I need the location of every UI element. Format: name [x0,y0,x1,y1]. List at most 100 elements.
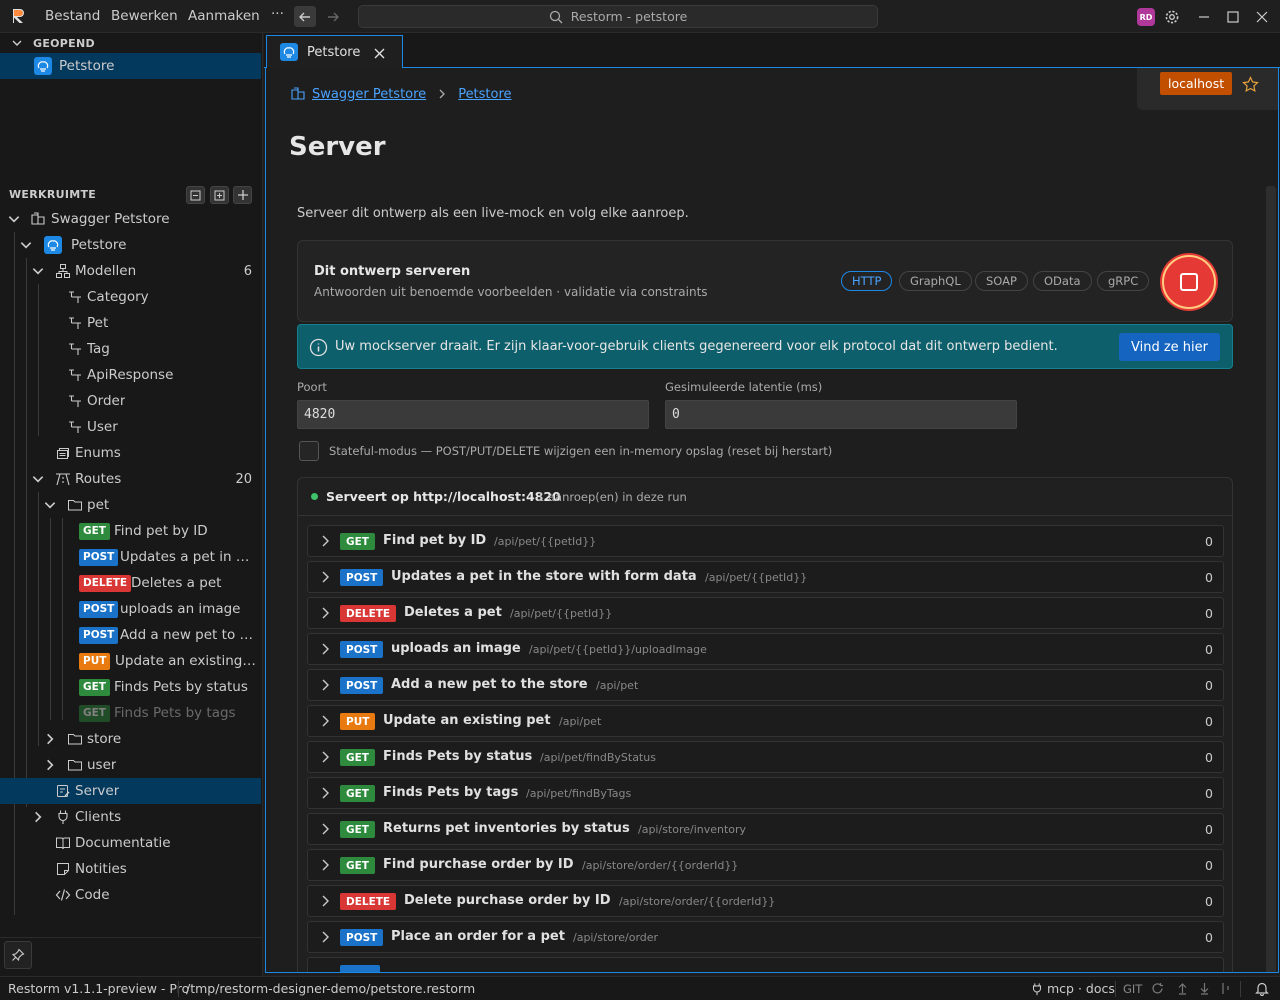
route-row[interactable]: DELETE Delete purchase order by ID/api/st… [307,885,1224,917]
tree-code[interactable]: Code [0,882,261,908]
route-row[interactable]: GET Finds Pets by status/api/pet/findBySt… [307,741,1224,773]
route-name: Returns pet inventories by status [383,821,630,836]
tree-route[interactable]: GET Find pet by ID [0,518,261,544]
tree-model-user[interactable]: User [0,414,261,440]
route-row[interactable]: POST uploads an image/api/pet/{{petId}}/u… [307,633,1224,665]
tree-route[interactable]: GET Finds Pets by status [0,674,261,700]
tree-docs[interactable]: Documentatie [0,830,261,856]
tree-model-apiresponse[interactable]: ApiResponse [0,362,261,388]
route-row[interactable] [307,957,1224,972]
tree-route[interactable]: POST uploads an image [0,596,261,622]
tree-model-pet[interactable]: Pet [0,310,261,336]
branch-icon[interactable] [1219,982,1232,995]
tree-enums[interactable]: Enums [0,440,261,466]
maximize-button[interactable] [1223,7,1243,27]
close-icon [1256,11,1268,23]
env-badge[interactable]: localhost [1160,72,1233,95]
tree-model-tag[interactable]: Tag [0,336,261,362]
chevron-right-icon [35,811,42,823]
latency-input[interactable]: 0 [665,400,1017,429]
route-row[interactable]: GET Find pet by ID/api/pet/{{petId}} 0 [307,525,1224,557]
minimize-button[interactable] [1194,7,1214,27]
pin-button[interactable] [4,941,32,969]
tab-petstore[interactable]: Petstore [266,35,403,69]
open-section-header[interactable]: GEOPEND [0,33,263,53]
stateful-checkbox[interactable] [299,441,319,461]
tree-route[interactable]: PUT Update an existing pet [0,648,261,674]
tree-folder-user[interactable]: user [0,752,261,778]
avatar[interactable]: RD [1137,8,1155,26]
tree-label: user [87,757,117,773]
protocol-odata[interactable]: OData [1033,271,1092,291]
tree-route[interactable]: DELETE Deletes a pet [0,570,261,596]
route-row[interactable]: GET Find purchase order by ID/api/store/o… [307,849,1224,881]
close-icon[interactable] [374,48,385,59]
tree-model-order[interactable]: Order [0,388,261,414]
tree-api-petstore[interactable]: Petstore [0,232,261,258]
tree-server[interactable]: Server [0,778,261,804]
tree-label: Tag [87,341,110,357]
collapse-all-button[interactable] [186,186,205,204]
arrow-left-icon [299,12,310,21]
tree-route[interactable]: GET Finds Pets by tags [0,700,261,726]
protocol-http[interactable]: HTTP [841,271,893,291]
tree-model-category[interactable]: Category [0,284,261,310]
menu-bestand[interactable]: Bestand [45,8,100,24]
find-clients-button[interactable]: Vind ze hier [1119,333,1220,361]
tree-workspace-root[interactable]: Swagger Petstore [0,206,261,232]
arrow-down-icon[interactable] [1198,982,1211,995]
route-row[interactable]: POST Add a new pet to the store/api/pet 0 [307,669,1224,701]
port-input[interactable]: 4820 [297,400,649,429]
folder-icon [68,734,82,745]
open-item-petstore[interactable]: Petstore [0,53,261,79]
back-button[interactable] [294,6,316,27]
stop-server-button[interactable] [1162,255,1216,309]
breadcrumb: Swagger Petstore Petstore [290,86,512,102]
workspace-section-label: WERKRUIMTE [9,187,97,201]
menu-more[interactable]: ··· [271,6,284,22]
breadcrumb-workspace[interactable]: Swagger Petstore [312,87,426,102]
route-row[interactable]: POST Updates a pet in the store with form… [307,561,1224,593]
tree-clients[interactable]: Clients [0,804,261,830]
breadcrumb-api[interactable]: Petstore [458,87,511,102]
menu-aanmaken[interactable]: Aanmaken [188,8,260,24]
chevron-right-icon [322,715,329,727]
route-row[interactable]: PUT Update an existing pet/api/pet 0 [307,705,1224,737]
mcp-docs[interactable]: mcp · docs [1047,981,1115,996]
add-button[interactable] [233,186,252,204]
protocol-graphql[interactable]: GraphQL [899,271,972,291]
tree-notes[interactable]: Notities [0,856,261,882]
protocol-grpc[interactable]: gRPC [1097,271,1150,291]
scrollbar[interactable] [1266,186,1276,972]
tree-route[interactable]: POST Updates a pet in th... [0,544,261,570]
protocol-soap[interactable]: SOAP [975,271,1028,291]
file-path[interactable]: /tmp/restorm-designer-demo/petstore.rest… [186,981,475,996]
status-dot [311,493,318,500]
route-name: Update an existing pet [383,713,551,728]
tree-route[interactable]: POST Add a new pet to th... [0,622,261,648]
route-row[interactable]: DELETE Deletes a pet/api/pet/{{petId}} 0 [307,597,1224,629]
settings-button[interactable] [1162,7,1182,27]
chevron-down-icon [12,40,22,46]
title-bar: Bestand Bewerken Aanmaken ··· Restorm - … [0,0,1280,33]
tree-models[interactable]: Modellen 6 [0,258,261,284]
route-path: /api/store/order/{{orderId}} [619,895,776,908]
refresh-icon[interactable] [1151,982,1164,995]
route-row[interactable]: GET Returns pet inventories by status/api… [307,813,1224,845]
command-search[interactable]: Restorm - petstore [358,5,878,28]
bell-icon[interactable] [1255,981,1269,996]
tree-folder-store[interactable]: store [0,726,261,752]
tree-label: pet [87,497,110,513]
star-icon[interactable] [1242,76,1259,93]
menu-bewerken[interactable]: Bewerken [111,8,178,24]
route-path: /api/pet/{{petId}} [494,535,597,548]
route-row[interactable]: POST Place an order for a pet/api/store/o… [307,921,1224,953]
arrow-up-icon[interactable] [1176,982,1189,995]
expand-all-button[interactable] [210,186,229,204]
close-window-button[interactable] [1252,7,1272,27]
route-row[interactable]: GET Finds Pets by tags/api/pet/findByTags… [307,777,1224,809]
forward-button[interactable] [322,6,344,27]
tree-routes[interactable]: Routes 20 [0,466,261,492]
app-logo-icon [13,9,24,23]
tree-folder-pet[interactable]: pet [0,492,261,518]
